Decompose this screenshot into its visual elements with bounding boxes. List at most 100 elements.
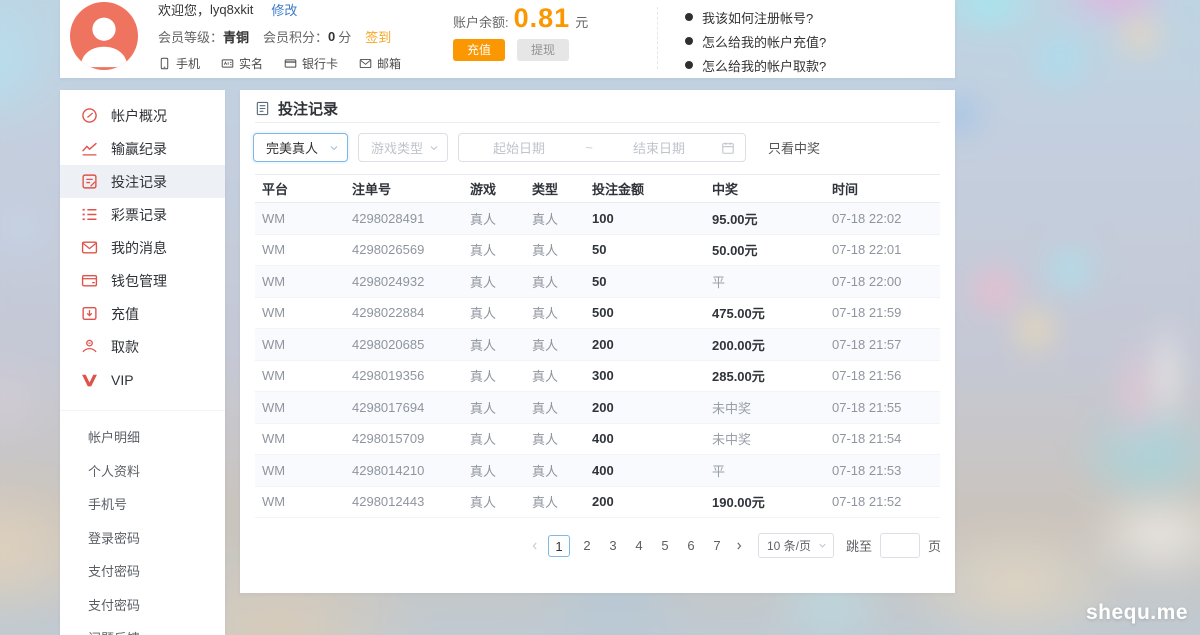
win-only-toggle[interactable]: 只看中奖 xyxy=(768,138,820,157)
header-divider xyxy=(657,7,658,69)
jump-to-page-input[interactable] xyxy=(880,533,920,558)
previous-page-button[interactable] xyxy=(526,538,544,554)
game-type-placeholder: 游戏类型 xyxy=(371,138,423,157)
cell-amount: 50 xyxy=(592,242,712,257)
start-date-input[interactable]: 起始日期 xyxy=(459,138,579,157)
cell-type: 真人 xyxy=(532,492,592,511)
table-row[interactable]: WM4298014210真人真人400平07-18 21:53 xyxy=(255,455,940,487)
document-icon xyxy=(255,101,270,116)
game-type-select[interactable]: 游戏类型 xyxy=(358,133,448,162)
column-header: 中奖 xyxy=(712,179,832,198)
date-range-picker[interactable]: 起始日期 ~ 结束日期 xyxy=(458,133,746,162)
page-number-current[interactable]: 1 xyxy=(548,535,570,557)
table-header-row: 平台注单号游戏类型投注金额中奖时间 xyxy=(255,174,940,203)
page-size-select[interactable]: 10 条/页 xyxy=(758,533,834,558)
sidebar-item-lottery-record[interactable]: 彩票记录 xyxy=(60,198,225,231)
sidebar-item-vip[interactable]: VIP xyxy=(60,363,225,396)
sidebar-item-label: VIP xyxy=(111,372,134,388)
sidebar-item-message[interactable]: 我的消息 xyxy=(60,231,225,264)
sidebar-item-deposit[interactable]: 充值 xyxy=(60,297,225,330)
sidebar-item-wallet[interactable]: 钱包管理 xyxy=(60,264,225,297)
cell-time: 07-18 22:01 xyxy=(832,242,940,257)
sidebar-item-account-overview[interactable]: 帐户概况 xyxy=(60,99,225,132)
table-row[interactable]: WM4298017694真人真人200未中奖07-18 21:55 xyxy=(255,392,940,424)
sidebar-item-bet-record[interactable]: 投注记录 xyxy=(60,165,225,198)
platform-select-value: 完美真人 xyxy=(266,138,318,157)
cell-win: 285.00元 xyxy=(712,366,832,385)
bullet-icon xyxy=(685,13,693,21)
message-icon xyxy=(81,239,98,256)
cell-game: 真人 xyxy=(470,335,532,354)
member-level-label: 会员等级： xyxy=(158,27,223,46)
cell-platform: WM xyxy=(262,305,352,320)
verify-item-mail[interactable]: 邮箱 xyxy=(359,55,401,72)
end-date-input[interactable]: 结束日期 xyxy=(599,138,719,157)
cell-win: 95.00元 xyxy=(712,209,832,228)
sidebar-item-winloss-chart[interactable]: 输赢纪录 xyxy=(60,132,225,165)
bullet-icon xyxy=(685,37,693,45)
edit-username-link[interactable]: 修改 xyxy=(271,0,297,19)
page-number[interactable]: 2 xyxy=(578,535,596,557)
verify-item-id-card[interactable]: 实名 xyxy=(221,55,263,72)
faq-item[interactable]: 怎么给我的帐户取款? xyxy=(685,53,826,77)
cell-bet_no: 4298015709 xyxy=(352,431,470,446)
verify-item-label: 手机 xyxy=(176,55,200,72)
withdraw-button[interactable]: 提现 xyxy=(517,39,569,61)
jump-to-unit: 页 xyxy=(928,536,941,555)
cell-game: 真人 xyxy=(470,209,532,228)
page-number[interactable]: 5 xyxy=(656,535,674,557)
page-number[interactable]: 3 xyxy=(604,535,622,557)
page-number[interactable]: 6 xyxy=(682,535,700,557)
date-range-separator: ~ xyxy=(579,140,599,155)
user-info-block: 欢迎您，lyq8xkit 修改 会员等级： 青铜 会员积分： 0 分 签到 手机… xyxy=(158,0,401,72)
table-row[interactable]: WM4298026569真人真人5050.00元07-18 22:01 xyxy=(255,235,940,267)
verify-item-phone[interactable]: 手机 xyxy=(158,55,200,72)
filter-bar: 完美真人 游戏类型 起始日期 ~ 结束日期 只看中奖 xyxy=(253,133,940,162)
bet-records-table: 平台注单号游戏类型投注金额中奖时间 WM4298028491真人真人10095.… xyxy=(255,174,940,518)
column-header: 平台 xyxy=(262,179,352,198)
chevron-right-icon xyxy=(734,541,744,551)
check-in-link[interactable]: 签到 xyxy=(365,27,391,46)
table-row[interactable]: WM4298022884真人真人500475.00元07-18 21:59 xyxy=(255,298,940,330)
sidebar-sub-item[interactable]: 帐户明细 xyxy=(60,420,225,454)
sidebar-sub-item[interactable]: 问题反馈 xyxy=(60,621,225,635)
sidebar-sub-item[interactable]: 手机号 xyxy=(60,487,225,521)
member-points-label: 会员积分： xyxy=(263,27,328,46)
table-row[interactable]: WM4298012443真人真人200190.00元07-18 21:52 xyxy=(255,487,940,519)
page-number[interactable]: 4 xyxy=(630,535,648,557)
table-row[interactable]: WM4298019356真人真人300285.00元07-18 21:56 xyxy=(255,361,940,393)
watermark: shequ.me xyxy=(1086,601,1188,625)
page-number[interactable]: 7 xyxy=(708,535,726,557)
faq-item[interactable]: 怎么给我的帐户充值? xyxy=(685,29,826,53)
bullet-icon xyxy=(685,61,693,69)
faq-item-text: 怎么给我的帐户充值? xyxy=(702,32,826,51)
verify-items-row: 手机 实名 银行卡 邮箱 xyxy=(158,55,401,72)
member-points-unit: 分 xyxy=(338,27,351,46)
sidebar-sub-item[interactable]: 个人资料 xyxy=(60,454,225,488)
cell-game: 真人 xyxy=(470,492,532,511)
sidebar-item-withdraw[interactable]: 取款 xyxy=(60,330,225,363)
cell-game: 真人 xyxy=(470,303,532,322)
platform-select[interactable]: 完美真人 xyxy=(253,133,348,162)
verify-item-bank-card[interactable]: 银行卡 xyxy=(284,55,338,72)
cell-amount: 200 xyxy=(592,400,712,415)
table-row[interactable]: WM4298028491真人真人10095.00元07-18 22:02 xyxy=(255,203,940,235)
deposit-icon xyxy=(81,305,98,322)
table-row[interactable]: WM4298015709真人真人400未中奖07-18 21:54 xyxy=(255,424,940,456)
sidebar-sub-item[interactable]: 登录密码 xyxy=(60,521,225,555)
table-row[interactable]: WM4298020685真人真人200200.00元07-18 21:57 xyxy=(255,329,940,361)
balance-value: 0.81 xyxy=(514,5,571,31)
next-page-button[interactable] xyxy=(730,538,748,554)
deposit-button[interactable]: 充值 xyxy=(453,39,505,61)
sidebar-item-label: 我的消息 xyxy=(111,238,167,258)
faq-item[interactable]: 我该如何注册帐号? xyxy=(685,5,826,29)
balance-block: 账户余额: 0.81 元 充值 提现 xyxy=(453,5,588,61)
avatar[interactable] xyxy=(70,2,138,70)
member-level-value: 青铜 xyxy=(223,27,249,46)
cell-time: 07-18 21:54 xyxy=(832,431,940,446)
sidebar-sub-item[interactable]: 支付密码 xyxy=(60,588,225,622)
balance-unit: 元 xyxy=(575,12,588,31)
cell-amount: 200 xyxy=(592,494,712,509)
sidebar-sub-item[interactable]: 支付密码 xyxy=(60,554,225,588)
table-row[interactable]: WM4298024932真人真人50平07-18 22:00 xyxy=(255,266,940,298)
